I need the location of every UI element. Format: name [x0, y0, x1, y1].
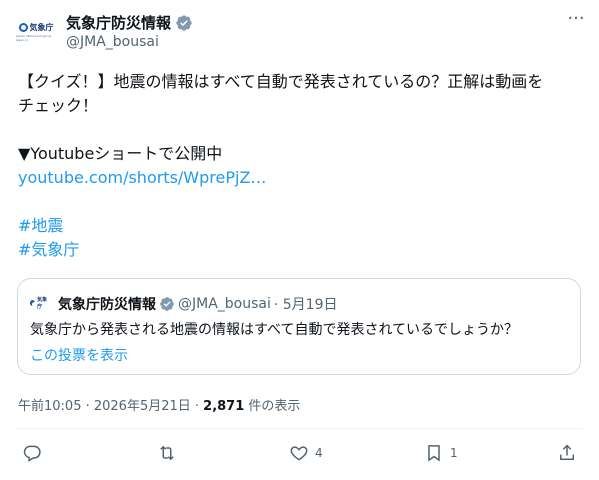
view-label: 件の表示: [244, 399, 301, 414]
bookmark-button[interactable]: 1: [424, 443, 458, 463]
author-handle[interactable]: @JMA_bousai: [66, 34, 159, 50]
youtube-link[interactable]: youtube.com/shorts/WprePjZ…: [18, 166, 583, 190]
action-bar: 4 1: [0, 443, 599, 471]
post-line: チェック！: [18, 96, 99, 115]
author-avatar[interactable]: 気象庁 Japan Meteorological Agency: [16, 12, 56, 52]
logo-text: 気象庁: [29, 23, 54, 32]
share-icon: [560, 444, 574, 460]
quoted-author-name: 気象庁防災情報: [58, 297, 156, 313]
reply-icon: [23, 445, 41, 462]
author-name-row[interactable]: 気象庁防災情報: [66, 12, 193, 33]
more-options-icon[interactable]: ···: [566, 10, 586, 32]
heart-icon: [290, 446, 308, 461]
bookmark-icon: [428, 445, 440, 462]
verified-badge-icon: [160, 297, 174, 311]
post-line: ▼Youtubeショートで公開中: [18, 144, 223, 163]
share-button[interactable]: [557, 443, 577, 463]
author-name[interactable]: 気象庁防災情報: [66, 12, 171, 33]
view-count: 2,871: [203, 399, 245, 414]
quoted-text: 気象庁から発表される地震の情報はすべて自動で発表されているでしょうか？: [30, 322, 519, 338]
post-blank-line: [18, 118, 583, 142]
like-button[interactable]: 4: [289, 443, 323, 463]
repost-button[interactable]: [157, 443, 183, 463]
verified-badge-icon: [176, 14, 192, 31]
quoted-avatar: 気象庁: [30, 293, 50, 313]
post-text: 【クイズ！】地震の情報はすべて自動で発表されているの？正解は動画を チェック！ …: [18, 70, 583, 262]
quoted-post[interactable]: 気象庁 気象庁防災情報 @JMA_bousai · 5月19日 気象庁から発表さ…: [17, 278, 581, 375]
jma-logo-mark: [18, 23, 28, 32]
divider: [16, 428, 583, 429]
jma-logo-mark: [30, 300, 38, 307]
post-timestamp[interactable]: 午前10:05 · 2026年5月21日 ·: [18, 399, 203, 414]
quoted-author-handle: @JMA_bousai: [178, 296, 271, 312]
jma-logo: 気象庁 Japan Meteorological Agency: [16, 22, 56, 42]
reply-button[interactable]: [22, 443, 48, 463]
logo-subtext: Japan Meteorological Agency: [16, 34, 52, 42]
post-blank-line: [18, 190, 583, 214]
post-line: 【クイズ！】地震の情報はすべて自動で発表されているの？正解は動画を: [18, 72, 544, 91]
hashtag-earthquake[interactable]: #地震: [18, 214, 583, 238]
show-poll-link[interactable]: この投票を表示: [30, 345, 128, 365]
hashtag-jma[interactable]: #気象庁: [18, 238, 583, 262]
bookmark-count: 1: [450, 446, 458, 460]
post-meta: 午前10:05 · 2026年5月21日 · 2,871 件の表示: [18, 395, 300, 414]
like-count: 4: [315, 446, 323, 460]
quoted-header: 気象庁防災情報 @JMA_bousai · 5月19日: [58, 294, 338, 314]
logo-text: 気象庁: [37, 297, 48, 310]
repost-icon: [160, 445, 174, 461]
quoted-date: · 5月19日: [273, 297, 338, 313]
